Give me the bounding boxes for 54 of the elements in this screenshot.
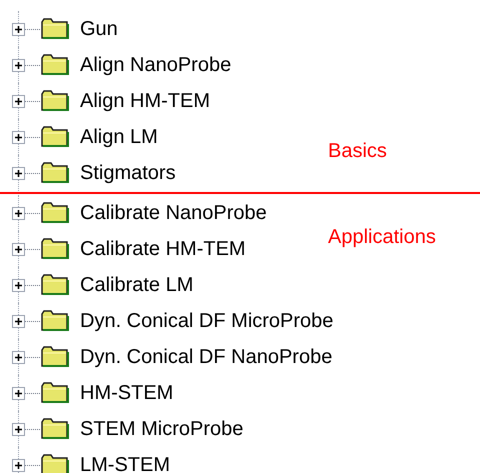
plus-icon xyxy=(14,96,23,106)
expand-toggle[interactable] xyxy=(12,422,25,436)
tree-item-label[interactable]: Align LM xyxy=(80,127,158,147)
folder-icon xyxy=(40,17,70,41)
tree-item-label[interactable]: HM-STEM xyxy=(80,383,174,403)
tree-item-label[interactable]: Stigmators xyxy=(80,163,176,183)
tree-item-label[interactable]: Dyn. Conical DF MicroProbe xyxy=(80,311,334,331)
folder-icon xyxy=(40,273,70,297)
tree-item-label[interactable]: Gun xyxy=(80,19,118,39)
expand-toggle[interactable] xyxy=(12,94,25,108)
section-annotation: Applications xyxy=(328,227,436,247)
tree-item-label[interactable]: Align HM-TEM xyxy=(80,91,210,111)
plus-icon xyxy=(14,460,23,470)
plus-icon xyxy=(14,168,23,178)
plus-icon xyxy=(14,424,23,434)
tree-item-label[interactable]: Calibrate HM-TEM xyxy=(80,239,246,259)
expand-toggle[interactable] xyxy=(12,166,25,180)
plus-icon xyxy=(14,132,23,142)
expand-toggle[interactable] xyxy=(12,458,25,472)
folder-icon xyxy=(40,237,70,261)
tree-item-label[interactable]: Align NanoProbe xyxy=(80,55,232,75)
expand-toggle[interactable] xyxy=(12,314,25,328)
section-annotation: Basics xyxy=(328,141,387,161)
tree-item-label[interactable]: Calibrate LM xyxy=(80,275,194,295)
folder-icon xyxy=(40,89,70,113)
tree-item-label[interactable]: STEM MicroProbe xyxy=(80,419,244,439)
tree-item-label[interactable]: Calibrate NanoProbe xyxy=(80,203,267,223)
folder-icon xyxy=(40,381,70,405)
tree-item-label[interactable]: Dyn. Conical DF NanoProbe xyxy=(80,347,332,367)
expand-toggle[interactable] xyxy=(12,206,25,220)
expand-toggle[interactable] xyxy=(12,386,25,400)
folder-icon xyxy=(40,345,70,369)
folder-icon xyxy=(40,53,70,77)
expand-toggle[interactable] xyxy=(12,278,25,292)
folder-icon xyxy=(40,125,70,149)
plus-icon xyxy=(14,280,23,290)
plus-icon xyxy=(14,388,23,398)
expand-toggle[interactable] xyxy=(12,58,25,72)
plus-icon xyxy=(14,24,23,34)
plus-icon xyxy=(14,352,23,362)
expand-toggle[interactable] xyxy=(12,350,25,364)
plus-icon xyxy=(14,316,23,326)
folder-icon xyxy=(40,453,70,473)
folder-icon xyxy=(40,161,70,185)
folder-icon xyxy=(40,201,70,225)
tree-item-label[interactable]: LM-STEM xyxy=(80,455,170,473)
plus-icon xyxy=(14,208,23,218)
folder-icon xyxy=(40,417,70,441)
expand-toggle[interactable] xyxy=(12,242,25,256)
expand-toggle[interactable] xyxy=(12,130,25,144)
folder-icon xyxy=(40,309,70,333)
plus-icon xyxy=(14,244,23,254)
expand-toggle[interactable] xyxy=(12,22,25,36)
plus-icon xyxy=(14,60,23,70)
